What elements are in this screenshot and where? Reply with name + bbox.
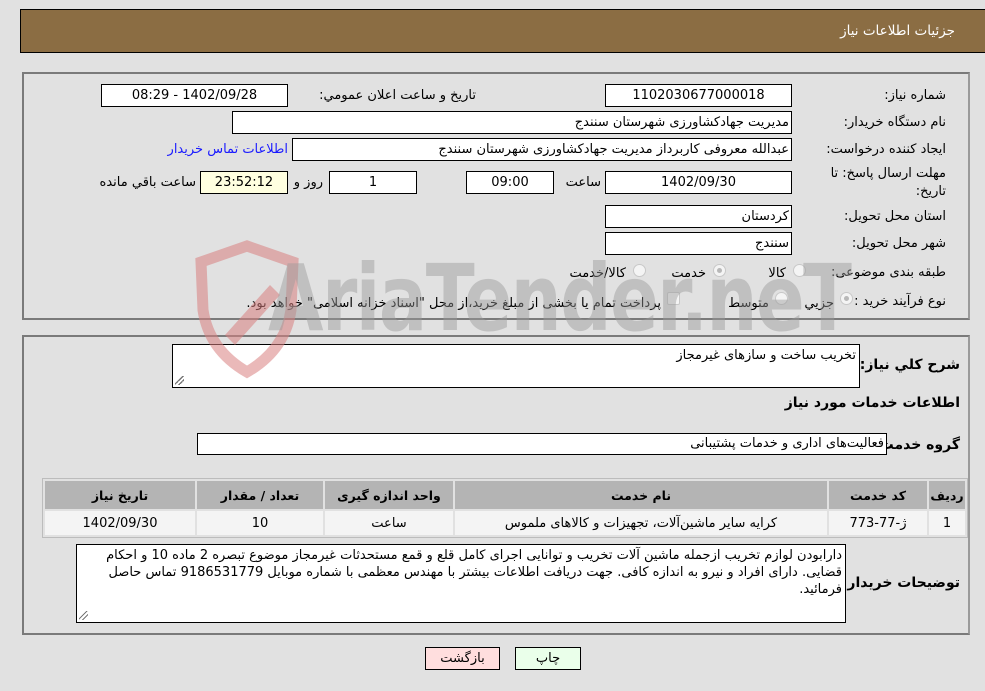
page-header: جزئیات اطلاعات نیاز	[20, 9, 985, 53]
cell-service-code: ژ-77-773	[829, 511, 927, 535]
process-label: نوع فرآیند خرید :	[854, 294, 946, 309]
announce-date-field[interactable]: 1402/09/28 - 08:29	[101, 84, 288, 107]
buyer-notes-label: توضیحات خریدار:	[841, 575, 960, 591]
page-title: جزئیات اطلاعات نیاز	[840, 23, 955, 39]
back-button[interactable]: بازگشت	[425, 647, 500, 670]
city-label: شهر محل تحویل:	[851, 236, 946, 251]
need-number-label: شماره نیاز:	[884, 88, 946, 103]
col-header-quantity: تعداد / مقدار	[197, 481, 323, 509]
table-row: 1 ژ-77-773 کرایه سایر ماشین‌آلات، تجهیزا…	[45, 511, 965, 535]
cell-need-date: 1402/09/30	[45, 511, 195, 535]
col-header-row-number: ردیف	[929, 481, 965, 509]
table-header-row: ردیف کد خدمت نام خدمت واحد اندازه گیری ت…	[45, 481, 965, 509]
days-label: روز و	[293, 175, 323, 190]
creator-label: ایجاد کننده درخواست:	[826, 142, 946, 157]
resize-handle-icon[interactable]	[79, 611, 88, 620]
time-remaining-label: ساعت باقي مانده	[99, 175, 196, 190]
col-header-unit: واحد اندازه گیری	[325, 481, 453, 509]
cell-row-number: 1	[929, 511, 965, 535]
watermark-text: AriaTender.neT	[268, 245, 852, 352]
announce-date-label: تاریخ و ساعت اعلان عمومي:	[319, 88, 476, 103]
creator-field[interactable]: عبدالله معروفی کاربرداز مدیریت جهادکشاور…	[292, 138, 792, 161]
deadline-label: مهلت ارسال پاسخ: تا تاریخ:	[830, 166, 946, 199]
buyer-notes-textarea[interactable]: دارابودن لوازم تخریب ازجمله ماشین آلات ت…	[76, 544, 846, 623]
col-header-service-code: کد خدمت	[829, 481, 927, 509]
time-remaining-field: 23:52:12	[200, 171, 288, 194]
summary-label: شرح کلي نياز:	[859, 357, 960, 373]
cell-quantity: 10	[197, 511, 323, 535]
buyer-org-field[interactable]: مدیریت جهادکشاورزی شهرستان سنندج	[232, 111, 792, 134]
col-header-need-date: تاریخ نیاز	[45, 481, 195, 509]
print-button[interactable]: چاپ	[515, 647, 581, 670]
deadline-time-field[interactable]: 09:00	[466, 171, 554, 194]
province-field[interactable]: کردستان	[605, 205, 792, 228]
col-header-service-name: نام خدمت	[455, 481, 827, 509]
resize-handle-icon[interactable]	[175, 376, 184, 385]
cell-unit: ساعت	[325, 511, 453, 535]
deadline-time-label: ساعت	[565, 175, 601, 190]
need-number-field[interactable]: 1102030677000018	[605, 84, 792, 107]
days-remaining-field[interactable]: 1	[329, 171, 417, 194]
services-section-title: اطلاعات خدمات مورد نیاز	[784, 395, 960, 411]
cell-service-name: کرایه سایر ماشین‌آلات، تجهیزات و کالاهای…	[455, 511, 827, 535]
buyer-org-label: نام دستگاه خریدار:	[843, 115, 946, 130]
deadline-date-field[interactable]: 1402/09/30	[605, 171, 792, 194]
need-details-panel: شرح کلي نياز: تخریب ساخت و سازهای غیرمجا…	[22, 335, 970, 635]
services-table: ردیف کد خدمت نام خدمت واحد اندازه گیری ت…	[42, 478, 968, 538]
buyer-notes-text: دارابودن لوازم تخریب ازجمله ماشین آلات ت…	[106, 548, 842, 597]
province-label: استان محل تحویل:	[844, 209, 946, 224]
buyer-contact-link[interactable]: اطلاعات تماس خریدار	[168, 142, 288, 157]
service-group-field[interactable]: فعالیت‌های اداری و خدمات پشتیبانی	[197, 433, 887, 455]
